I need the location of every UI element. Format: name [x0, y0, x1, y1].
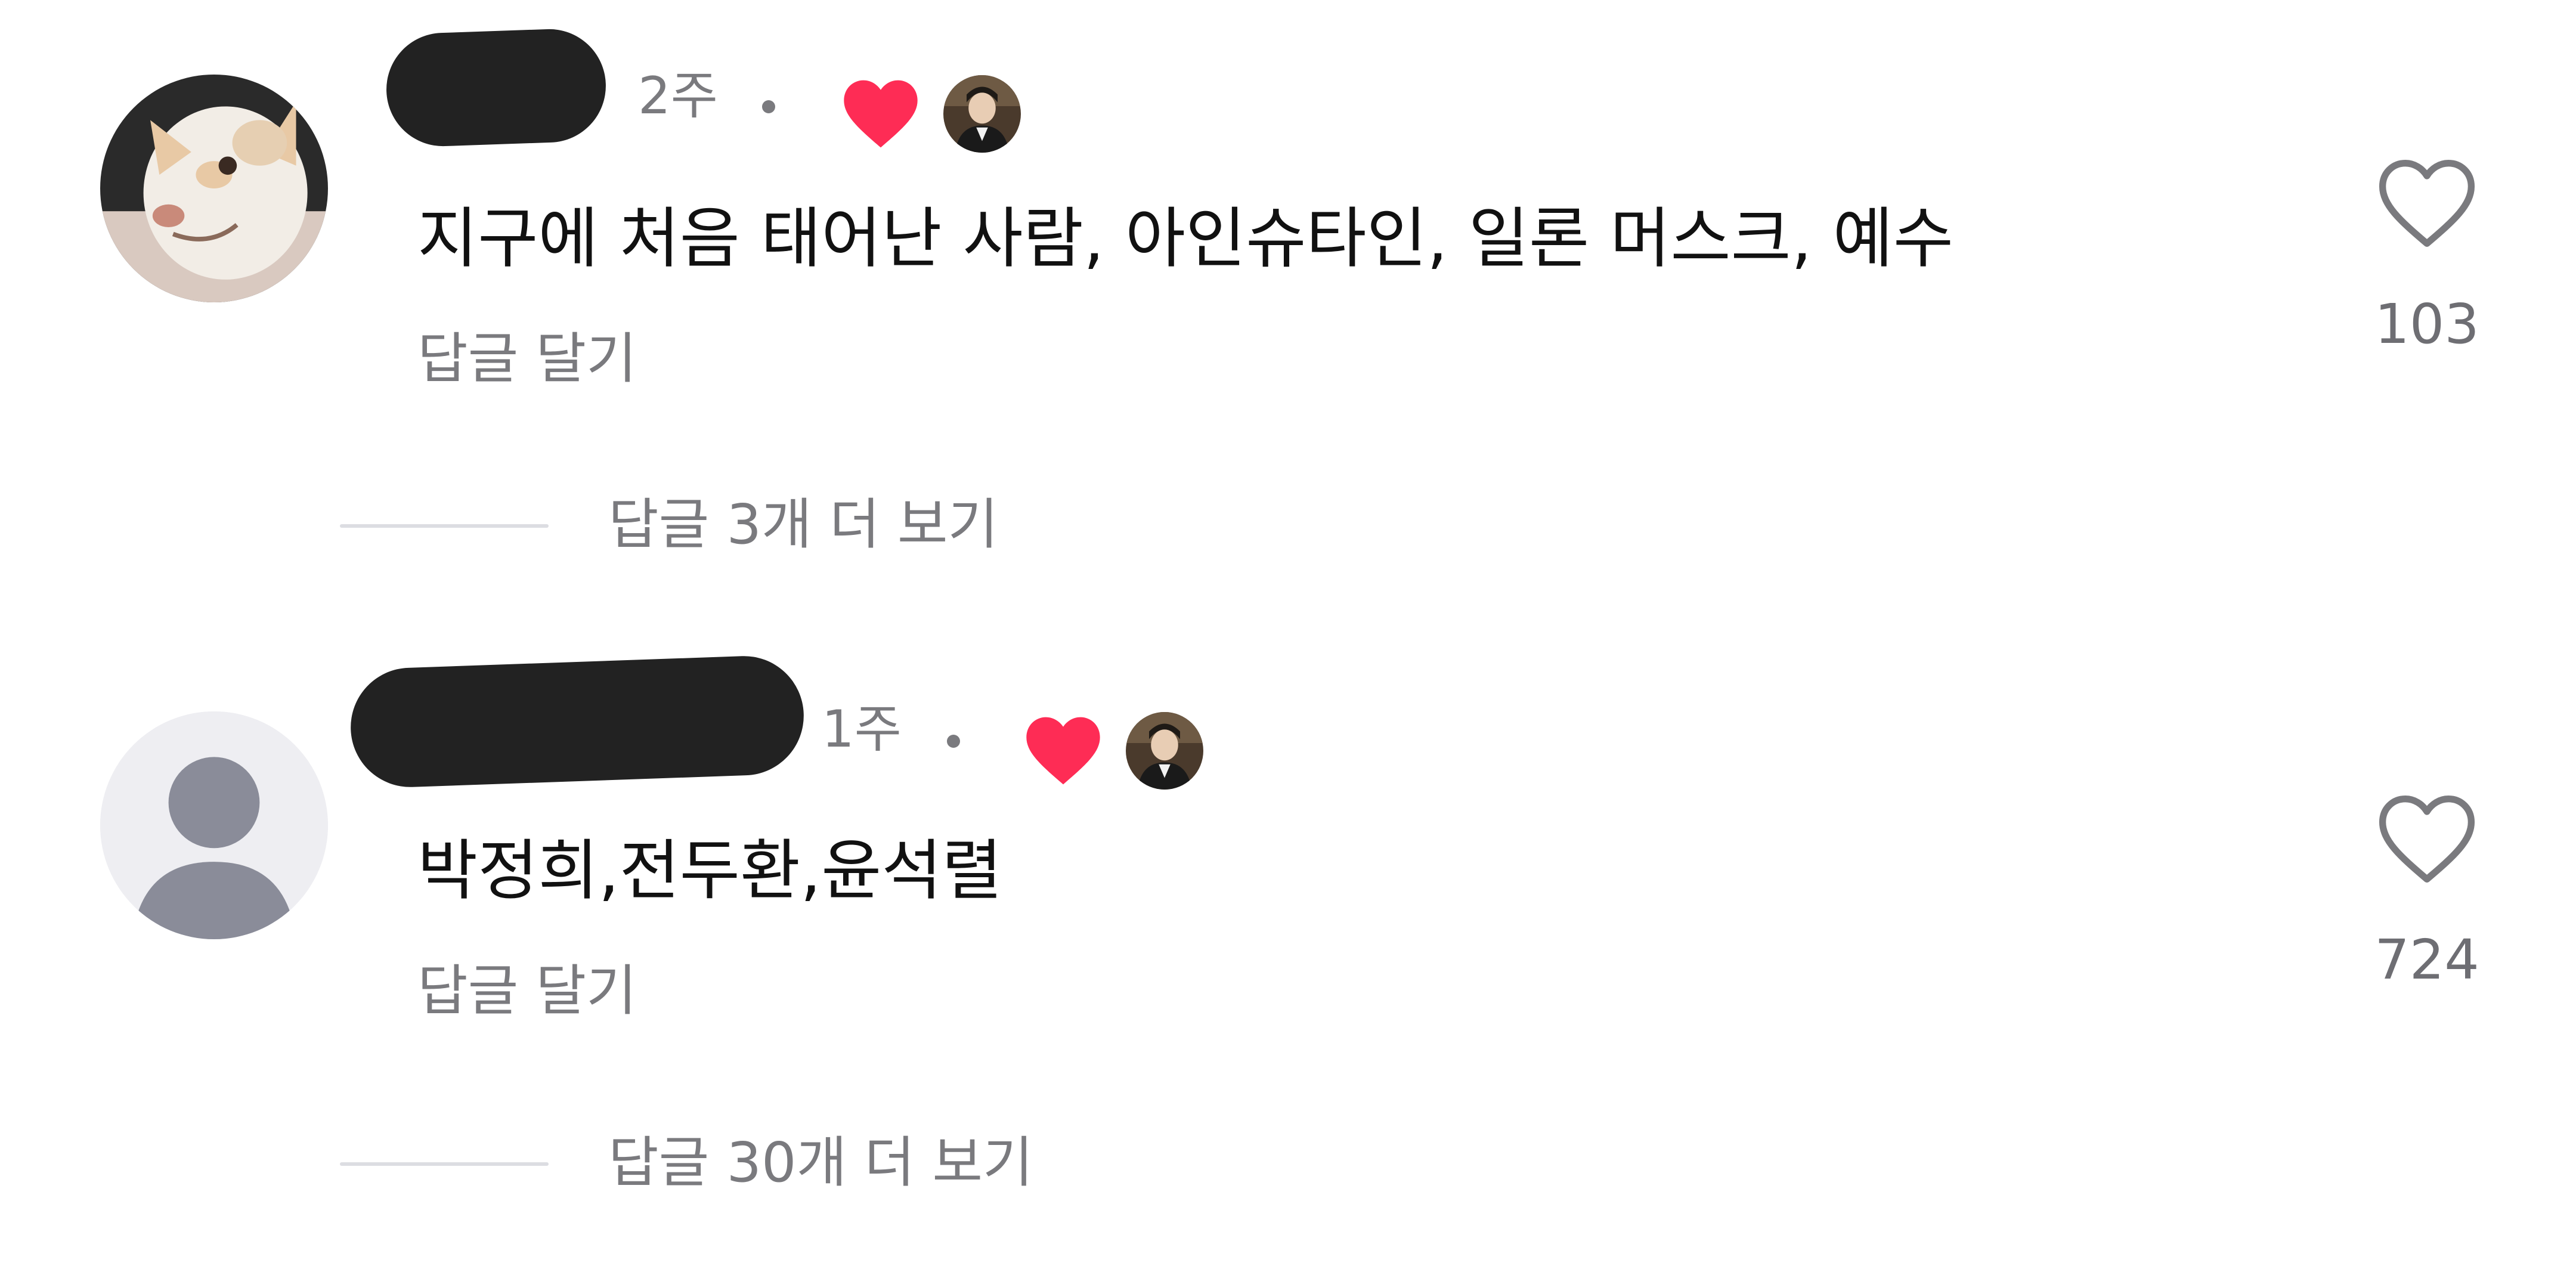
replies-divider-line — [340, 524, 549, 528]
separator-dot — [762, 100, 775, 113]
reply-button[interactable]: 답글 달기 — [417, 964, 637, 1019]
like-heart-icon[interactable] — [2376, 156, 2478, 250]
creator-avatar — [1126, 712, 1203, 790]
creator-photo-icon — [943, 75, 1021, 153]
view-more-replies-label[interactable]: 답글 30개 더 보기 — [608, 1135, 1033, 1190]
comment-item: 2주 지구에 처음 태어난 사람, 아인슈타인, 일론 머스크, 예수 답글 달… — [0, 0, 2576, 632]
username-redacted[interactable] — [384, 27, 608, 148]
user-avatar[interactable] — [100, 75, 328, 302]
default-person-avatar-icon — [100, 711, 328, 939]
like-count: 103 — [2374, 292, 2479, 356]
like-count: 724 — [2374, 928, 2479, 992]
reply-button[interactable]: 답글 달기 — [417, 332, 637, 386]
like-heart-icon[interactable] — [2376, 792, 2478, 886]
view-more-replies-label[interactable]: 답글 3개 더 보기 — [608, 497, 998, 552]
comment-time: 2주 — [638, 66, 718, 126]
creator-liked-heart-icon — [844, 80, 918, 148]
creator-liked-heart-icon — [1026, 717, 1100, 785]
comment-item: 1주 박정희,전두환,윤석렬 답글 달기 724 답글 30개 더 보기 — [0, 632, 2576, 1264]
like-column: 103 — [2361, 156, 2493, 352]
replies-divider-line — [340, 1162, 549, 1166]
like-column: 724 — [2361, 792, 2493, 988]
user-avatar[interactable] — [100, 711, 328, 939]
creator-photo-icon — [1126, 712, 1203, 790]
creator-avatar — [943, 75, 1021, 153]
comment-time: 1주 — [822, 700, 902, 759]
comment-text: 박정희,전두환,윤석렬 — [417, 832, 1002, 909]
dog-photo-avatar-icon — [100, 75, 328, 302]
username-redacted[interactable] — [348, 654, 806, 790]
separator-dot — [947, 735, 960, 748]
comment-text: 지구에 처음 태어난 사람, 아인슈타인, 일론 머스크, 예수 — [417, 200, 1954, 277]
